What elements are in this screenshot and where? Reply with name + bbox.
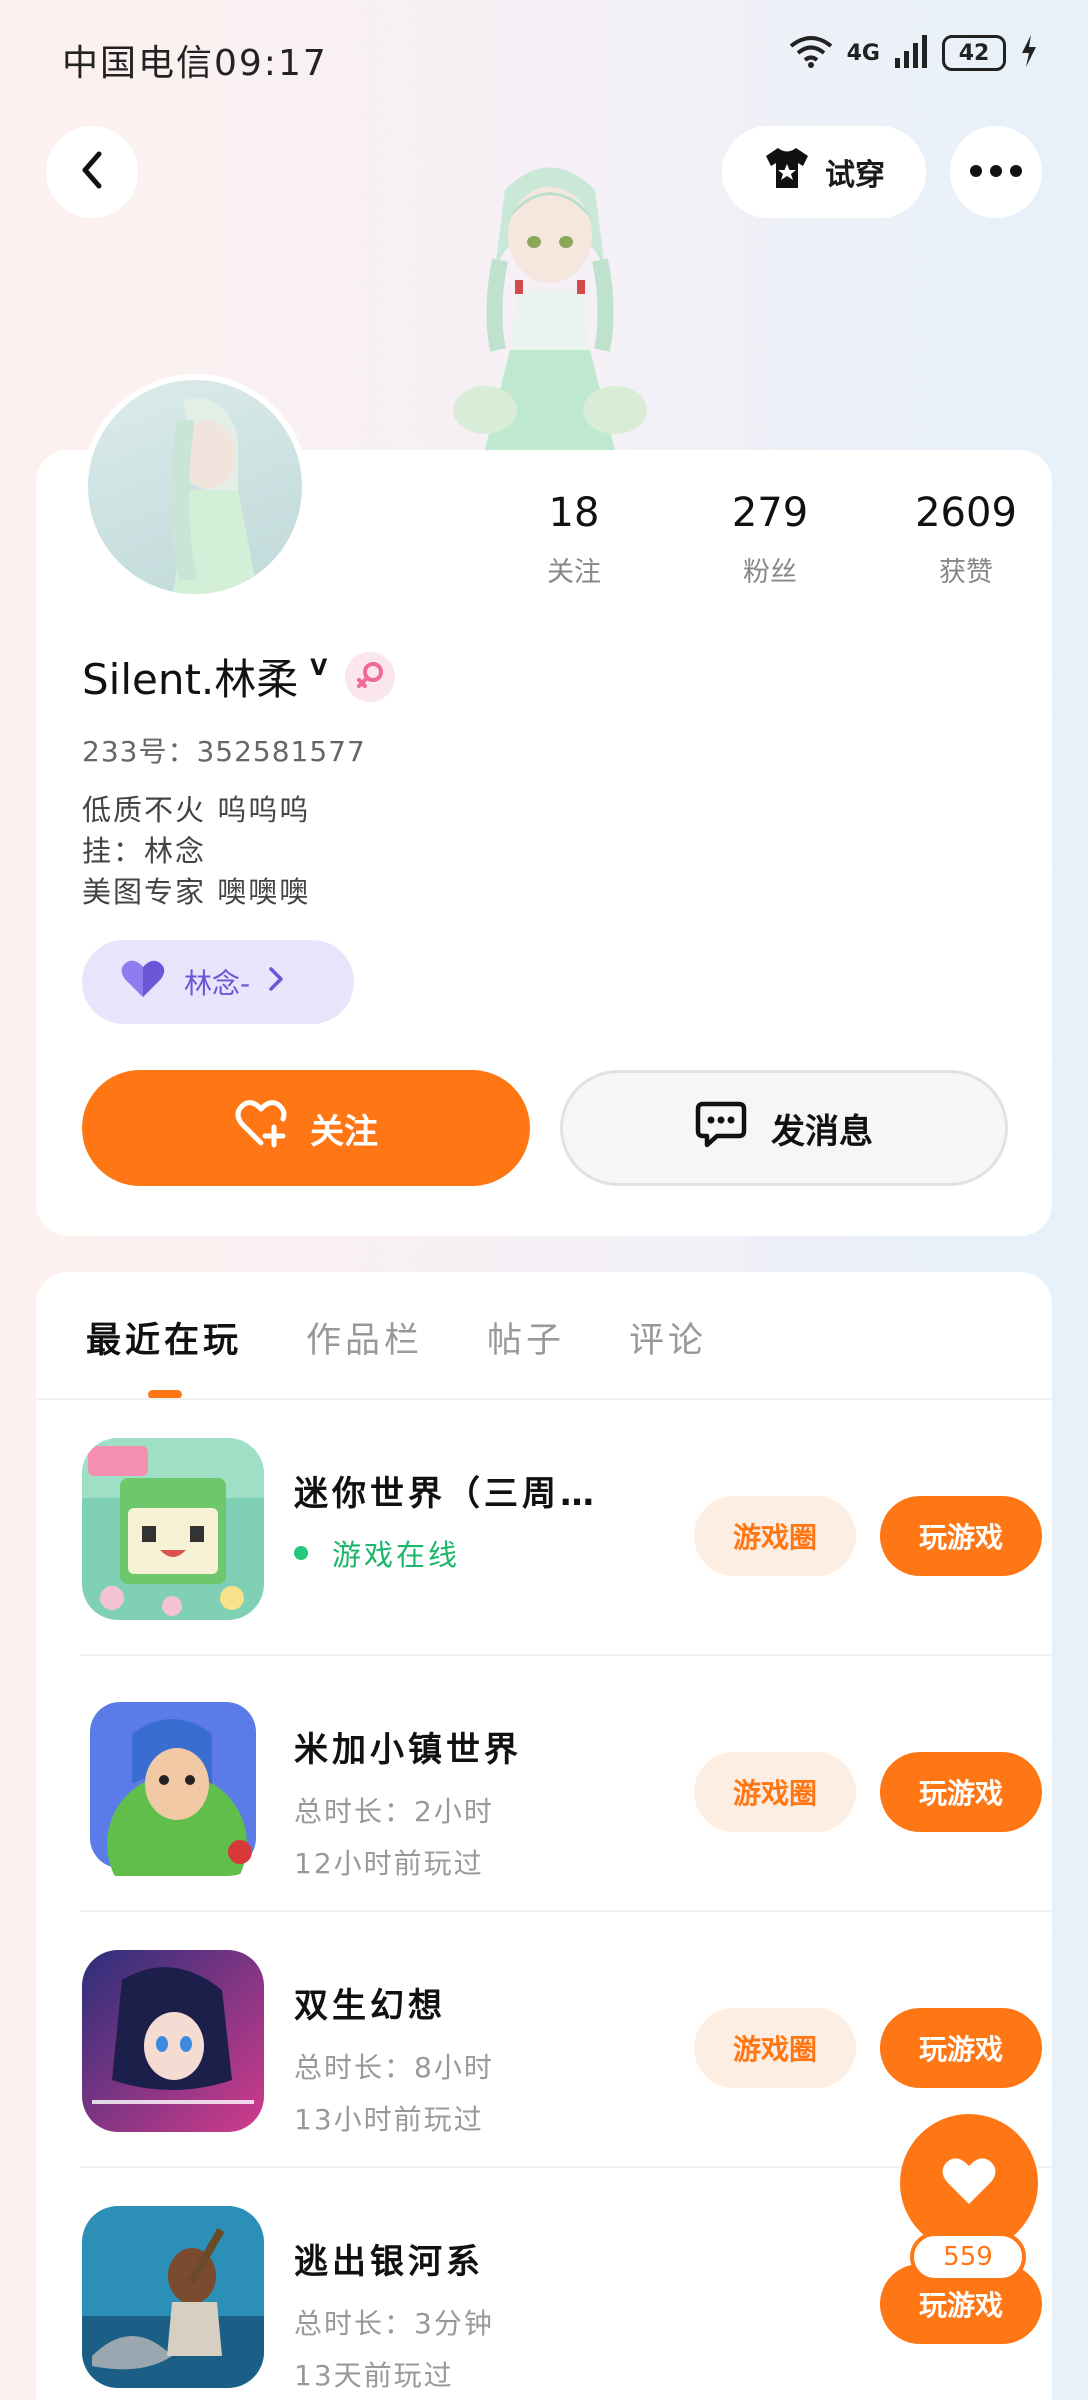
username: Silent.林柔 [82, 655, 299, 704]
stat-label: 获赞 [939, 557, 993, 588]
stat-label: 粉丝 [743, 557, 797, 588]
follow-button[interactable]: 关注 [82, 1070, 530, 1186]
tab-posts[interactable]: 帖子 [487, 1312, 565, 1363]
like-count-badge: 559 [910, 2232, 1026, 2282]
game-icon-image [82, 2206, 264, 2388]
fan-tag-label: 林念- [184, 967, 251, 1000]
online-dot-icon [294, 1546, 308, 1560]
status-bar: 中国电信09:17 4G 42 [0, 0, 1088, 110]
message-button[interactable]: 发消息 [560, 1070, 1008, 1186]
heart-icon [941, 2156, 997, 2210]
tshirt-icon [763, 146, 811, 198]
tab-recently-played[interactable]: 最近在玩 [86, 1312, 242, 1363]
female-icon [355, 660, 385, 694]
list-item[interactable]: 米加小镇世界 总时长：2小时 12小时前玩过 游戏圈 玩游戏 [80, 1656, 1052, 1912]
heart-plus-icon [234, 1099, 288, 1158]
status-icons: 4G 42 [789, 34, 1038, 72]
gender-badge [345, 651, 396, 702]
stat-followers[interactable]: 279 粉丝 [672, 490, 868, 589]
chevron-right-icon [268, 966, 284, 999]
username-row: Silent.林柔 V [82, 646, 396, 707]
stat-following[interactable]: 18 关注 [476, 490, 672, 589]
user-id: 233号：352581577 [82, 735, 366, 768]
play-game-button[interactable]: 玩游戏 [880, 1752, 1042, 1832]
play-game-button[interactable]: 玩游戏 [880, 1496, 1042, 1576]
game-icon-image [82, 1950, 264, 2132]
game-last-played: 13小时前玩过 [294, 2103, 484, 2136]
stat-value: 18 [548, 490, 600, 536]
avatar-figure-illustration [430, 150, 670, 450]
play-game-button[interactable]: 玩游戏 [880, 2008, 1042, 2088]
game-duration: 总时长：8小时 [294, 2051, 494, 2084]
bio-line: 挂：林念 [82, 834, 207, 868]
charging-bolt-icon [1020, 34, 1038, 72]
game-last-played: 12小时前玩过 [294, 1847, 484, 1880]
battery-indicator: 42 [942, 35, 1006, 71]
network-label: 4G [846, 40, 880, 66]
wifi-icon [789, 34, 833, 72]
profile-card: 18 关注 279 粉丝 2609 获赞 Silent.林柔 V 233号：35… [36, 374, 1052, 1236]
profile-stats: 18 关注 279 粉丝 2609 获赞 [476, 490, 1064, 589]
game-circle-button[interactable]: 游戏圈 [694, 1496, 856, 1576]
bio: 低质不火 呜呜呜 挂：林念 美图专家 噢噢噢 [82, 790, 310, 913]
content-card: 最近在玩 作品栏 帖子 评论 迷你世界（三周… 游戏在线 游戏圈 玩游戏 米加小… [36, 1272, 1052, 2400]
game-name: 双生幻想 [294, 1986, 446, 2026]
stat-likes[interactable]: 2609 获赞 [868, 490, 1064, 589]
game-name: 米加小镇世界 [294, 1730, 522, 1770]
back-button[interactable] [46, 126, 138, 218]
signal-icon [894, 34, 928, 72]
online-status: 游戏在线 [294, 1532, 460, 1574]
stat-value: 2609 [915, 490, 1017, 536]
chevron-left-icon [77, 150, 107, 194]
follow-label: 关注 [310, 1111, 378, 1152]
game-name: 迷你世界（三周… [294, 1474, 598, 1514]
message-label: 发消息 [771, 1111, 873, 1152]
stat-label: 关注 [547, 557, 601, 588]
game-duration: 总时长：3分钟 [294, 2307, 494, 2340]
avatar[interactable] [82, 374, 308, 600]
game-duration: 总时长：2小时 [294, 1795, 494, 1828]
tryon-button[interactable]: 试穿 [722, 126, 926, 218]
online-status-label: 游戏在线 [332, 1538, 461, 1572]
tab-bar: 最近在玩 作品栏 帖子 评论 [86, 1312, 707, 1363]
carrier-time: 中国电信09:17 [62, 43, 328, 84]
avatar-image [88, 380, 302, 594]
game-last-played: 13天前玩过 [294, 2359, 454, 2392]
tryon-label: 试穿 [825, 158, 885, 193]
game-list: 迷你世界（三周… 游戏在线 游戏圈 玩游戏 米加小镇世界 总时长：2小时 12小… [36, 1400, 1052, 2400]
stat-value: 279 [731, 490, 809, 536]
heart-icon [120, 959, 166, 1006]
more-button[interactable] [950, 126, 1042, 218]
chat-bubble-icon [695, 1100, 747, 1157]
game-circle-button[interactable]: 游戏圈 [694, 1752, 856, 1832]
tab-comments[interactable]: 评论 [629, 1312, 707, 1363]
game-name: 逃出银河系 [294, 2242, 484, 2282]
bio-line: 低质不火 呜呜呜 [82, 793, 311, 827]
tab-works[interactable]: 作品栏 [306, 1312, 423, 1363]
list-item[interactable]: 迷你世界（三周… 游戏在线 游戏圈 玩游戏 [80, 1400, 1052, 1656]
fan-tag-button[interactable]: 林念- [82, 940, 354, 1024]
list-item[interactable]: 双生幻想 总时长：8小时 13小时前玩过 游戏圈 玩游戏 [80, 1912, 1052, 2168]
bio-line: 美图专家 噢噢噢 [82, 875, 311, 909]
game-icon-image [82, 1694, 264, 1876]
game-icon-image [82, 1438, 264, 1620]
vip-mark: V [310, 656, 328, 681]
game-circle-button[interactable]: 游戏圈 [694, 2008, 856, 2088]
more-dots-icon [969, 163, 1023, 182]
